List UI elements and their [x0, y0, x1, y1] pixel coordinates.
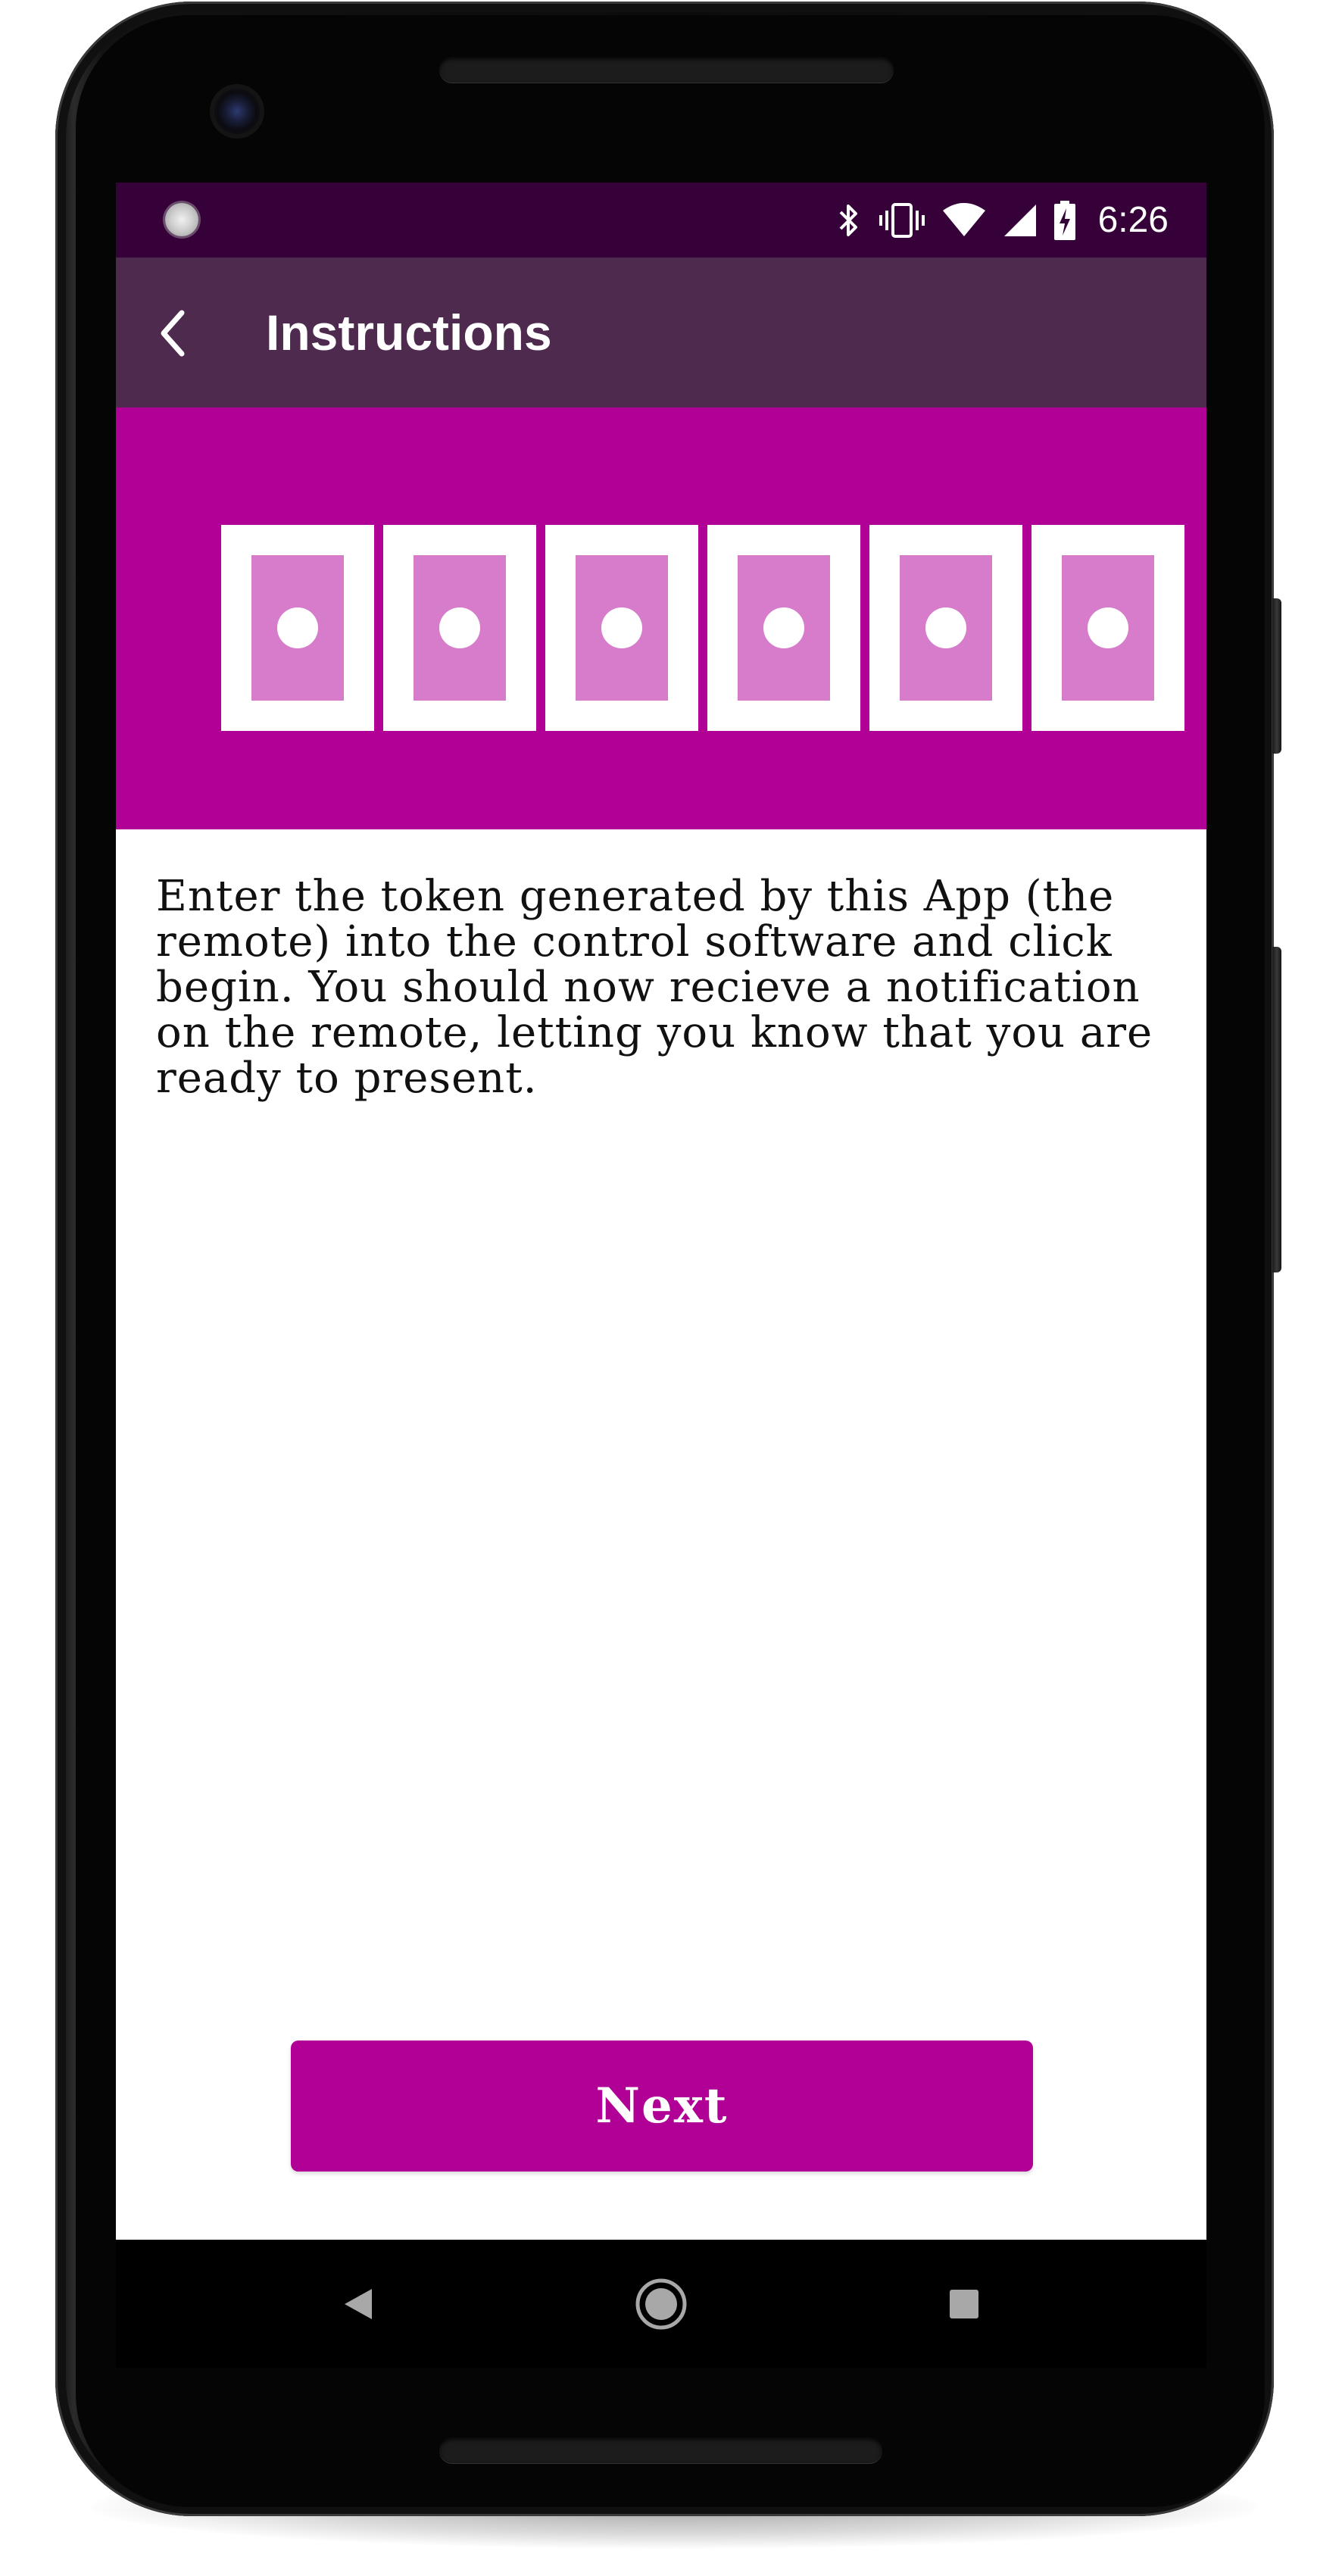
instructions-text: Enter the token generated by this App (t… — [156, 872, 1153, 1103]
status-icons: 6:26 — [836, 183, 1169, 258]
front-camera — [214, 89, 260, 134]
nav-back-icon — [345, 2288, 372, 2319]
screen: 6:26 Instructions Enter the token genera… — [116, 183, 1206, 2368]
page-title: Instructions — [266, 304, 552, 361]
token-banner — [116, 407, 1206, 829]
wifi-icon — [942, 202, 985, 236]
back-button[interactable] — [139, 299, 207, 367]
signal-icon — [1003, 204, 1036, 236]
device-frame: 6:26 Instructions Enter the token genera… — [0, 0, 1342, 2576]
battery-charging-icon — [1053, 200, 1075, 240]
top-speaker — [439, 57, 894, 83]
nav-recents-icon — [950, 2289, 978, 2318]
token-slot-2 — [383, 525, 536, 731]
token-slot-5 — [869, 525, 1022, 731]
volume-button — [1272, 947, 1281, 1272]
next-button[interactable]: Next — [291, 2041, 1033, 2172]
nav-back-button[interactable] — [298, 2240, 419, 2368]
nav-home-icon — [635, 2278, 687, 2329]
status-clock: 6:26 — [1097, 200, 1169, 240]
token-slots — [221, 525, 1184, 731]
app-bar: Instructions — [116, 258, 1206, 407]
status-bar: 6:26 — [116, 183, 1206, 258]
token-slot-4 — [707, 525, 860, 731]
vibrate-icon — [879, 202, 925, 238]
nav-home-button[interactable] — [601, 2240, 722, 2368]
sync-indicator-icon — [165, 203, 198, 236]
navigation-bar — [116, 2240, 1206, 2368]
token-slot-3 — [545, 525, 698, 731]
bottom-speaker — [439, 2437, 882, 2463]
token-slot-6 — [1031, 525, 1184, 731]
nav-recents-button[interactable] — [904, 2240, 1025, 2368]
bluetooth-icon — [839, 204, 857, 236]
token-slot-1 — [221, 525, 374, 731]
power-button — [1272, 598, 1281, 754]
back-arrow-icon — [161, 310, 185, 357]
